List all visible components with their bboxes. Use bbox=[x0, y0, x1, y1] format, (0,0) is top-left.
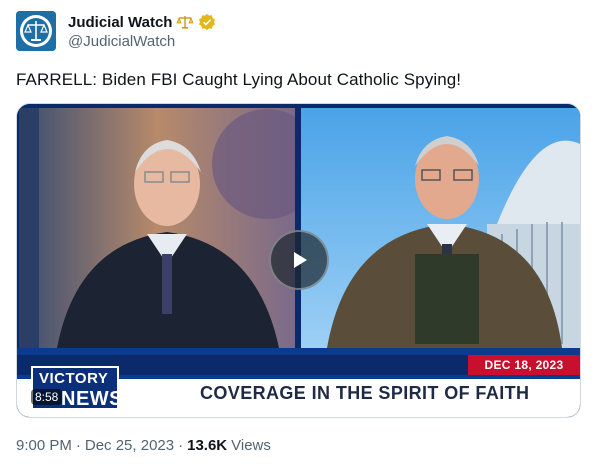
verified-badge-icon[interactable] bbox=[198, 13, 216, 31]
broadcast-headline: COVERAGE IN THE SPIRIT OF FAITH bbox=[200, 383, 530, 403]
play-button[interactable] bbox=[269, 230, 329, 290]
tweet-meta: 9:00 PM · Dec 25, 2023 · 13.6K Views bbox=[16, 437, 271, 454]
meta-separator: · bbox=[178, 437, 184, 454]
tweet-date[interactable]: Dec 25, 2023 bbox=[85, 437, 174, 454]
video-duration: 8:58 bbox=[31, 389, 63, 405]
logo-top-text: VICTORY bbox=[39, 370, 109, 387]
author-avatar[interactable] bbox=[16, 11, 56, 51]
tweet-card: Judicial Watch @JudicialWatch FARRELL: B… bbox=[0, 0, 611, 473]
logo-bottom-text: NEWS bbox=[61, 388, 123, 410]
scales-icon bbox=[176, 16, 195, 29]
views-label: Views bbox=[231, 437, 271, 454]
author-handle[interactable]: @JudicialWatch bbox=[68, 33, 175, 50]
views-count[interactable]: 13.6K bbox=[187, 437, 227, 454]
scales-of-justice-seal-icon bbox=[16, 11, 56, 51]
tweet-time[interactable]: 9:00 PM bbox=[16, 437, 72, 454]
author-name-row: Judicial Watch bbox=[68, 12, 216, 32]
video-player[interactable]: DEC 18, 2023 COVERAGE IN THE SPIRIT OF F… bbox=[16, 103, 581, 418]
tweet-text: FARRELL: Biden FBI Caught Lying About Ca… bbox=[16, 70, 462, 89]
meta-separator: · bbox=[75, 437, 81, 454]
play-icon bbox=[294, 252, 307, 268]
broadcast-date-bar: DEC 18, 2023 bbox=[468, 355, 580, 375]
author-display-name[interactable]: Judicial Watch bbox=[68, 14, 172, 31]
